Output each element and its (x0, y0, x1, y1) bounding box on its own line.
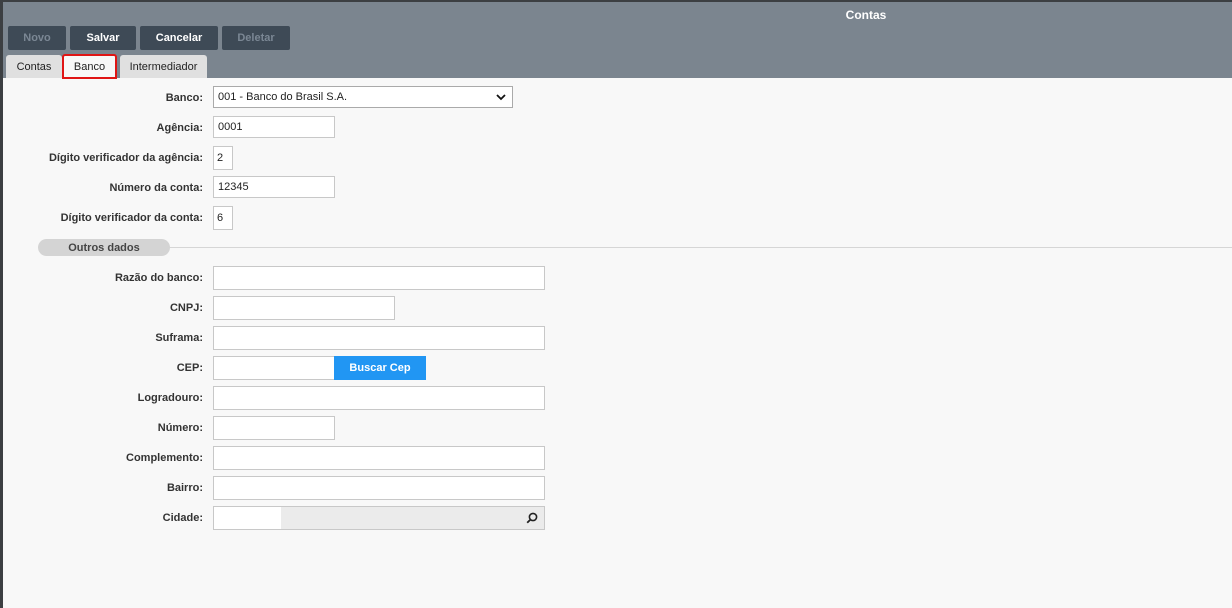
complemento-label: Complemento: (126, 452, 203, 464)
delete-button[interactable]: Deletar (222, 26, 290, 50)
page-title: Contas (845, 8, 887, 22)
digito-agencia-input[interactable] (213, 146, 233, 170)
cep-label: CEP: (176, 362, 203, 374)
numero-conta-label: Número da conta: (109, 182, 203, 194)
bairro-label: Bairro: (166, 482, 203, 494)
window: Contas Novo Salvar Cancelar Deletar Cont… (3, 2, 1232, 608)
save-button[interactable]: Salvar (70, 26, 136, 50)
cnpj-input[interactable] (213, 296, 395, 320)
banco-selected-value: 001 - Banco do Brasil S.A. (218, 91, 348, 103)
numero-label: Número: (157, 422, 203, 434)
search-icon[interactable] (526, 512, 538, 524)
header-bar: Contas Novo Salvar Cancelar Deletar Cont… (3, 2, 1232, 79)
new-button[interactable]: Novo (8, 26, 66, 50)
numero-input[interactable] (213, 416, 335, 440)
agencia-label: Agência: (156, 122, 203, 134)
digito-conta-label: Dígito verificador da conta: (60, 212, 203, 224)
logradouro-input[interactable] (213, 386, 545, 410)
section-title-outros-dados: Outros dados (38, 239, 170, 256)
numero-conta-input[interactable] (213, 176, 335, 198)
cidade-label: Cidade: (162, 512, 203, 524)
razao-input[interactable] (213, 266, 545, 290)
agencia-input[interactable] (213, 116, 335, 138)
razao-label: Razão do banco: (114, 272, 203, 284)
suframa-input[interactable] (213, 326, 545, 350)
tab-intermediador[interactable]: Intermediador (120, 55, 207, 78)
tab-contas[interactable]: Contas (6, 55, 62, 78)
cancel-button[interactable]: Cancelar (140, 26, 218, 50)
cidade-input[interactable] (214, 507, 281, 529)
banco-select[interactable]: 001 - Banco do Brasil S.A. (213, 86, 513, 108)
cnpj-label: CNPJ: (169, 302, 203, 314)
tab-banco[interactable]: Banco (62, 54, 117, 79)
chevron-down-icon (496, 94, 506, 101)
complemento-input[interactable] (213, 446, 545, 470)
bairro-input[interactable] (213, 476, 545, 500)
cep-input[interactable] (213, 356, 335, 380)
buscar-cep-button[interactable]: Buscar Cep (334, 356, 426, 380)
suframa-label: Suframa: (155, 332, 203, 344)
logradouro-label: Logradouro: (137, 392, 203, 404)
cidade-lookup (213, 506, 545, 530)
banco-label: Banco: (165, 92, 203, 104)
digito-conta-input[interactable] (213, 206, 233, 230)
digito-agencia-label: Dígito verificador da agência: (48, 152, 203, 164)
section-divider (38, 247, 1232, 248)
